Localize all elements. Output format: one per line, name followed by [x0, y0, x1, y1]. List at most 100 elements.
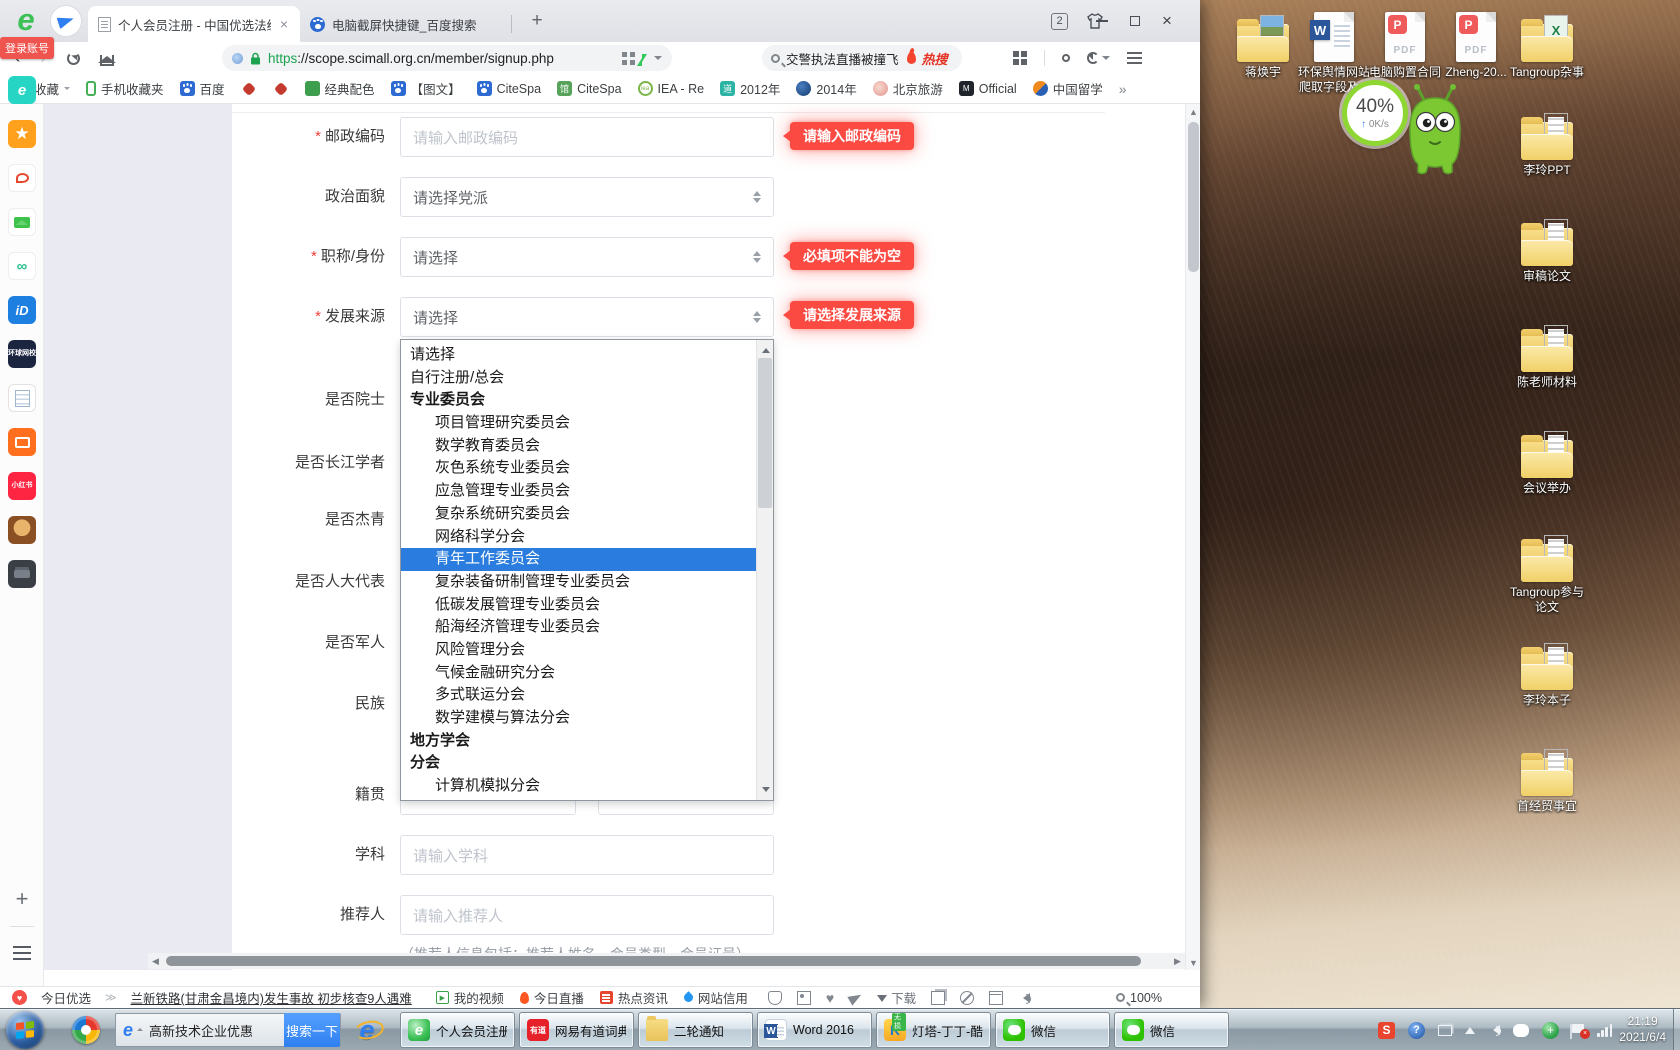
dropdown-option[interactable]: 应急管理专业委员会	[401, 480, 756, 503]
taskbar-button-二轮通知[interactable]: 二轮通知	[638, 1012, 753, 1048]
screenshot-icon[interactable]	[797, 991, 811, 1005]
page-horizontal-scrollbar[interactable]: ◀ ▶	[148, 953, 1185, 969]
daily-picks-link[interactable]: 今日优选	[41, 988, 91, 1007]
new-tab-button[interactable]: +	[524, 10, 550, 32]
bookmarks-overflow-icon[interactable]: »	[1119, 81, 1127, 97]
messenger-plane-icon[interactable]	[50, 5, 82, 37]
taskbar-button-网易有道词典[interactable]: 有道网易有道词典	[519, 1012, 634, 1048]
desktop-icon[interactable]: XTangroup杂事	[1506, 10, 1588, 80]
dropdown-option[interactable]: 计算机模拟分会	[401, 775, 756, 798]
taskbar-search-button[interactable]: 搜索一下	[284, 1013, 340, 1047]
bookmark-item[interactable]: 馆CiteSpa	[557, 81, 621, 96]
dropdown-option[interactable]: 气候金融研究分会	[401, 662, 756, 685]
shield-icon[interactable]	[768, 991, 782, 1005]
chevron-expand-icon[interactable]: ≫	[105, 991, 117, 1004]
window-panel-icon[interactable]	[989, 991, 1003, 1005]
apps-grid-icon[interactable]	[1013, 51, 1027, 65]
window-tray-icon[interactable]	[1438, 1025, 1452, 1036]
dropdown-option[interactable]: 专业委员会	[401, 389, 756, 412]
dropdown-option[interactable]: 项目管理研究委员会	[401, 412, 756, 435]
sogou-input-tray-icon[interactable]: S	[1378, 1022, 1395, 1039]
undo-menu[interactable]	[1087, 52, 1110, 64]
taskbar-clock[interactable]: 21:19 2021/6/4	[1619, 1013, 1666, 1045]
scrollbar-down-icon[interactable]: ▼	[1186, 955, 1201, 970]
bookmark-item[interactable]: 经典配色	[305, 79, 375, 98]
hot-search-label[interactable]: 热搜	[922, 49, 948, 68]
dropdown-option[interactable]: 风险管理分会	[401, 639, 756, 662]
tab-1[interactable]: 个人会员注册 - 中国优选法统筹×	[88, 6, 300, 42]
bookmark-item[interactable]: 北京旅游	[873, 79, 943, 98]
health-icon[interactable]: ♥	[826, 991, 834, 1005]
reload-button[interactable]	[67, 52, 80, 65]
news-headline-link[interactable]: 兰新铁路(甘肃金昌境内)发生事故 初步核查9人遇难	[131, 988, 412, 1007]
bookmark-item[interactable]	[241, 84, 257, 94]
ad-block-icon[interactable]	[960, 991, 974, 1005]
taskbar-button-Word 2016[interactable]: WWord 2016	[757, 1012, 872, 1048]
dropdown-option[interactable]: 复杂装备研制管理专业委员会	[401, 571, 756, 594]
close-button[interactable]: ×	[1162, 0, 1202, 42]
dropdown-option[interactable]: 低碳发展管理专业委员会	[401, 594, 756, 617]
tab-2[interactable]: 电脑截屏快捷键_百度搜索	[300, 6, 512, 42]
dropdown-option[interactable]: 多式联运分会	[401, 684, 756, 707]
browser-logo-icon[interactable]: e	[8, 2, 44, 38]
dropdown-option[interactable]: 数学建模与算法分会	[401, 707, 756, 730]
address-dropdown-caret-icon[interactable]	[654, 56, 662, 64]
text-input-11[interactable]: 请输入学科	[400, 835, 774, 875]
dropdown-option[interactable]: 灰色系统专业委员会	[401, 457, 756, 480]
dropdown-option-selected[interactable]: 青年工作委员会	[401, 548, 756, 571]
dropdown-option[interactable]: 自行注册/总会	[401, 367, 756, 390]
dropdown-option[interactable]: 请选择	[401, 344, 756, 367]
dropdown-scrollbar[interactable]	[756, 340, 773, 800]
text-input-12[interactable]: 请输入推荐人	[400, 895, 774, 935]
taskbar-button-微信[interactable]: 微信	[1114, 1012, 1229, 1048]
dropdown-option[interactable]: 船海经济管理专业委员会	[401, 616, 756, 639]
action-center-flag-icon[interactable]: ×	[1572, 1024, 1584, 1033]
desktop-icon[interactable]: PPDFZheng-20...	[1435, 10, 1517, 80]
desktop-icon[interactable]: 审稿论文	[1506, 214, 1588, 284]
tab-close-icon[interactable]: ×	[278, 16, 290, 32]
bookmark-item[interactable]: 中国留学	[1033, 79, 1103, 98]
download-button[interactable]: 下载	[877, 988, 916, 1007]
scroll-up-icon[interactable]	[757, 340, 774, 357]
bookmark-item[interactable]: 百度	[180, 79, 225, 98]
select-3[interactable]: 请选择	[400, 297, 774, 337]
windows-layers-icon[interactable]	[931, 991, 945, 1005]
360-green-tray-icon[interactable]: +	[1542, 1022, 1559, 1039]
taskbar-button-灯塔-丁丁-酷...[interactable]: K无损灯塔-丁丁-酷...	[876, 1012, 991, 1048]
select-1[interactable]: 请选择党派	[400, 177, 774, 217]
login-account-badge[interactable]: 登录账号	[0, 37, 54, 59]
tab-count-badge[interactable]: 2	[1051, 0, 1068, 42]
bookmark-item[interactable]: CiteSpa	[477, 81, 541, 96]
taskbar-search-widget[interactable]: e 高新技术企业优惠 搜索一下	[115, 1013, 341, 1047]
speed-mode-icon[interactable]	[642, 54, 647, 62]
desktop-icon[interactable]: Tangroup参与论文	[1506, 530, 1588, 615]
dropdown-option[interactable]: 复杂系统研究委员会	[401, 503, 756, 526]
taskbar-button-微信[interactable]: 微信	[995, 1012, 1110, 1048]
network-signal-icon[interactable]	[1597, 1024, 1612, 1037]
bookmark-item[interactable]: 道2012年	[720, 79, 780, 98]
desktop-icon[interactable]: 李玲PPT	[1506, 108, 1588, 178]
select-2[interactable]: 请选择	[400, 237, 774, 277]
scrollbar-left-icon[interactable]: ◀	[148, 953, 163, 969]
desktop-icon[interactable]: 陈老师材料	[1506, 320, 1588, 390]
qr-code-icon[interactable]	[622, 52, 635, 65]
search-box[interactable]: 交警执法直播被撞飞 热搜	[762, 45, 962, 71]
volume-tray-icon[interactable]	[1488, 1025, 1500, 1035]
desktop-icon[interactable]: 蒋焕宇	[1222, 10, 1304, 80]
horizontal-scrollbar-thumb[interactable]	[166, 956, 1141, 966]
desktop-icon[interactable]: 首经贸事宜	[1506, 744, 1588, 814]
wechat-tray-icon[interactable]	[1513, 1024, 1529, 1037]
desktop-icon[interactable]: 会议举办	[1506, 426, 1588, 496]
taskbar-button-个人会员注册...[interactable]: e个人会员注册...	[400, 1012, 515, 1048]
bookmark-item[interactable]: 手机收藏夹	[86, 79, 164, 98]
bookmark-item[interactable]: 2014年	[796, 79, 856, 98]
sidebar-menu-icon[interactable]	[13, 946, 31, 948]
my-videos-link[interactable]: ▶我的视频	[436, 988, 504, 1007]
desktop-icon[interactable]: 李玲本子	[1506, 638, 1588, 708]
scrollbar-right-icon[interactable]: ▶	[1170, 953, 1185, 969]
scroll-down-icon[interactable]	[757, 783, 774, 800]
site-credit-link[interactable]: 网站信用	[684, 988, 748, 1007]
app-swirl-icon[interactable]: e	[8, 76, 36, 104]
desktop-icon[interactable]: PPDF电脑购置合同	[1364, 10, 1446, 80]
dropdown-option[interactable]: 数学教育委员会	[401, 435, 756, 458]
